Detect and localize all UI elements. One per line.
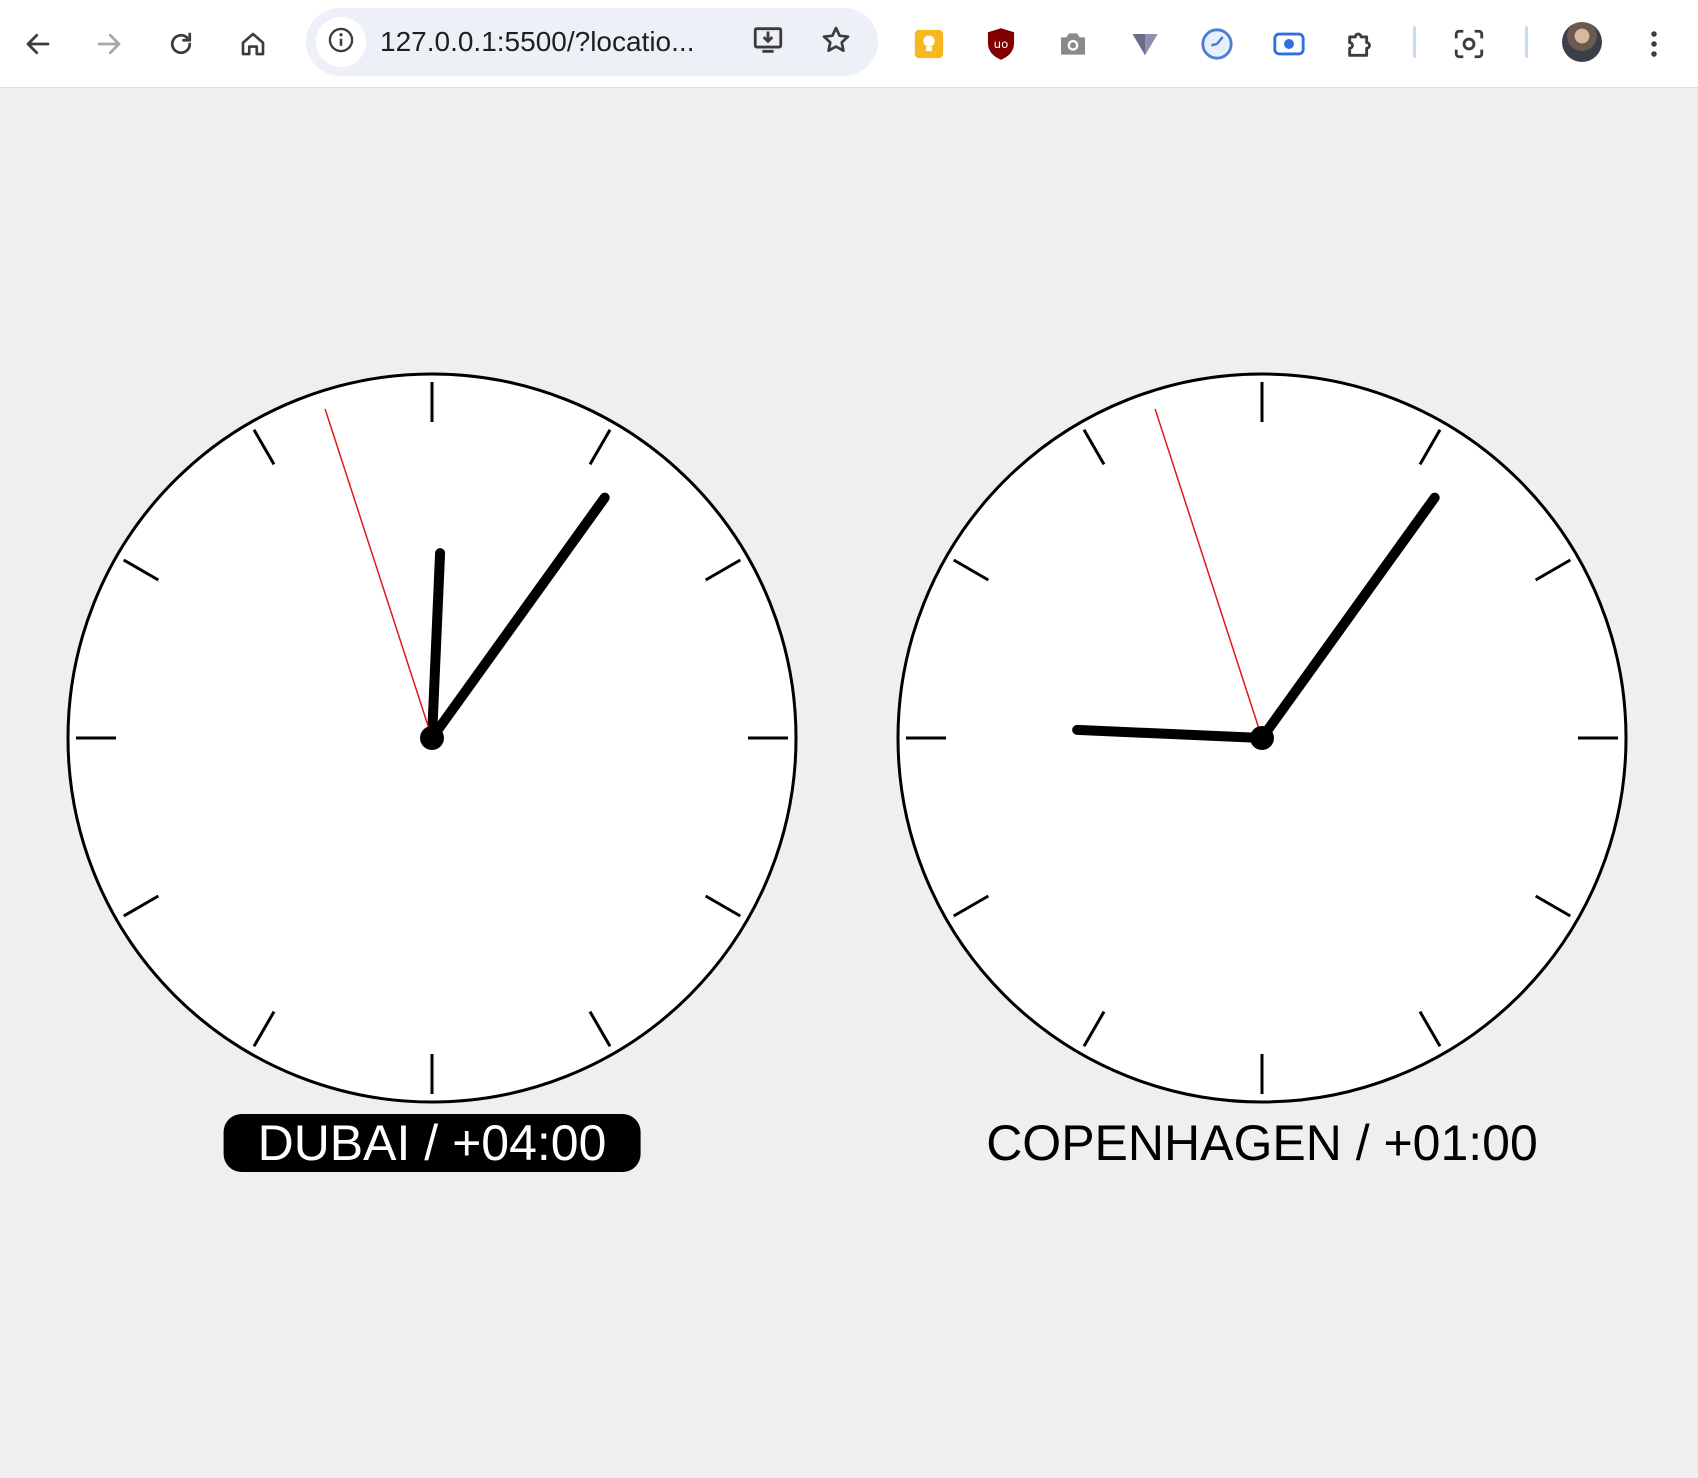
extension-vpn[interactable] — [1117, 16, 1173, 72]
kebab-menu-icon — [1649, 29, 1659, 59]
clock-extension-icon — [1200, 27, 1234, 61]
extension-camera[interactable] — [1045, 16, 1101, 72]
ublock-icon: uo — [985, 27, 1017, 61]
toolbar-separator — [1525, 26, 1528, 58]
extension-keep[interactable] — [901, 16, 957, 72]
clock-face-svg — [66, 372, 798, 1104]
vpn-triangle-icon — [1130, 30, 1160, 58]
extension-screen-record[interactable] — [1261, 16, 1317, 72]
home-icon — [238, 29, 268, 59]
screenshot-icon — [1452, 27, 1486, 61]
clock-label[interactable]: DUBAI / +04:00 — [223, 1114, 641, 1172]
info-icon — [327, 26, 355, 59]
keep-icon — [912, 27, 946, 61]
url-text[interactable]: 127.0.0.1:5500/?locatio... — [380, 8, 730, 76]
clock-face-svg — [896, 372, 1628, 1104]
browser-menu-button[interactable] — [1626, 16, 1682, 72]
install-app-icon — [751, 23, 785, 62]
star-icon — [820, 24, 852, 61]
bookmark-button[interactable] — [814, 20, 858, 64]
toolbar-separator — [1413, 26, 1416, 58]
center-pin — [1250, 726, 1274, 750]
puzzle-icon — [1344, 27, 1378, 61]
address-bar[interactable]: 127.0.0.1:5500/?locatio... — [306, 8, 878, 76]
extension-ublock[interactable]: uo — [973, 16, 1029, 72]
forward-button[interactable] — [81, 16, 137, 72]
screen-record-icon — [1272, 29, 1306, 59]
profile-avatar[interactable] — [1562, 22, 1602, 62]
extensions-menu-button[interactable] — [1333, 16, 1389, 72]
back-button[interactable] — [10, 16, 66, 72]
site-info-button[interactable] — [316, 17, 366, 67]
reload-icon — [166, 29, 196, 59]
home-button[interactable] — [225, 16, 281, 72]
arrow-right-icon — [94, 29, 124, 59]
clock-label[interactable]: COPENHAGEN / +01:00 — [952, 1114, 1572, 1172]
svg-text:uo: uo — [994, 37, 1009, 51]
install-app-button[interactable] — [746, 20, 790, 64]
clock-dubai[interactable]: DUBAI / +04:00 — [64, 372, 800, 1172]
extension-clock[interactable] — [1189, 16, 1245, 72]
camera-icon — [1057, 29, 1089, 59]
screenshot-button[interactable] — [1441, 16, 1497, 72]
center-pin — [420, 726, 444, 750]
reload-button[interactable] — [153, 16, 209, 72]
arrow-left-icon — [23, 29, 53, 59]
clock-copenhagen[interactable]: COPENHAGEN / +01:00 — [894, 372, 1630, 1171]
browser-toolbar: 127.0.0.1:5500/?locatio... uo — [0, 0, 1698, 88]
